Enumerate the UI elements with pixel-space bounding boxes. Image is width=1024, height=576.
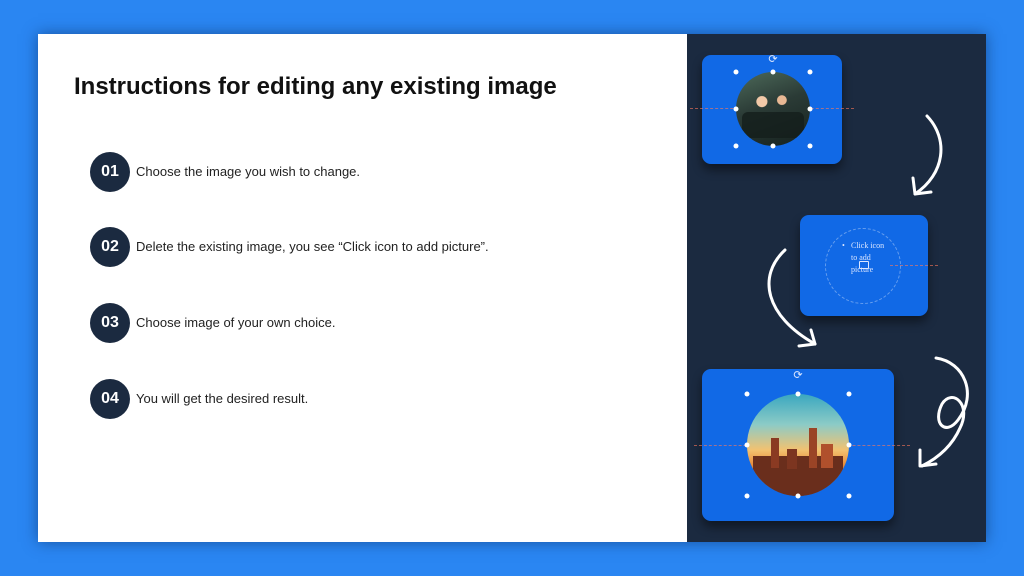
picture-placeholder-icon[interactable]	[859, 261, 869, 269]
city-photo	[747, 394, 849, 496]
resize-handle[interactable]	[795, 391, 801, 397]
resize-handle[interactable]	[744, 391, 750, 397]
page-title: Instructions for editing any existing im…	[74, 73, 557, 100]
step-text: You will get the desired result.	[136, 391, 309, 406]
step-text: Choose image of your own choice.	[136, 315, 336, 330]
rotate-handle-icon[interactable]: ⟳	[768, 54, 777, 66]
instructions-panel: Instructions for editing any existing im…	[38, 34, 687, 542]
step-text: Choose the image you wish to change.	[136, 164, 361, 179]
office-photo	[736, 72, 810, 146]
step-1: 01 Choose the image you wish to change.	[90, 152, 650, 192]
resize-handle[interactable]	[807, 69, 813, 75]
curved-arrow-icon	[767, 248, 817, 348]
slide: Instructions for editing any existing im…	[38, 34, 986, 542]
placeholder-text[interactable]: Click icon to add picture	[851, 240, 887, 276]
resize-handle[interactable]	[733, 143, 739, 149]
step-number-badge: 03	[90, 303, 130, 343]
step-number-badge: 02	[90, 227, 130, 267]
rotate-handle-icon[interactable]: ⟳	[793, 370, 802, 382]
resize-handle[interactable]	[770, 143, 776, 149]
resize-handle[interactable]	[733, 69, 739, 75]
photo-desk-shape	[742, 112, 804, 138]
building-shape	[787, 449, 797, 469]
resize-handle[interactable]	[846, 391, 852, 397]
resize-handle[interactable]	[846, 442, 852, 448]
resize-handle[interactable]	[846, 493, 852, 499]
loop-arrow-icon	[918, 356, 969, 468]
resize-handle[interactable]	[795, 493, 801, 499]
resize-handle[interactable]	[807, 106, 813, 112]
resize-handle[interactable]	[744, 493, 750, 499]
step-number-badge: 01	[90, 152, 130, 192]
selected-image-card: ⟳	[690, 54, 854, 164]
building-shape	[771, 438, 779, 468]
step-number-badge: 04	[90, 379, 130, 419]
result-image-card: ⟳	[694, 369, 910, 521]
illustration-panel: ⟳ • Click icon to add picture ⟳	[687, 34, 986, 542]
curved-arrow-icon	[911, 114, 943, 196]
step-text: Delete the existing image, you see “Clic…	[136, 239, 489, 254]
building-shape	[809, 428, 817, 468]
resize-handle[interactable]	[733, 106, 739, 112]
step-2: 02 Delete the existing image, you see “C…	[90, 227, 650, 267]
resize-handle[interactable]	[807, 143, 813, 149]
resize-handle[interactable]	[770, 69, 776, 75]
step-3: 03 Choose image of your own choice.	[90, 303, 650, 343]
building-shape	[821, 444, 833, 468]
step-4: 04 You will get the desired result.	[90, 379, 650, 419]
resize-handle[interactable]	[744, 442, 750, 448]
